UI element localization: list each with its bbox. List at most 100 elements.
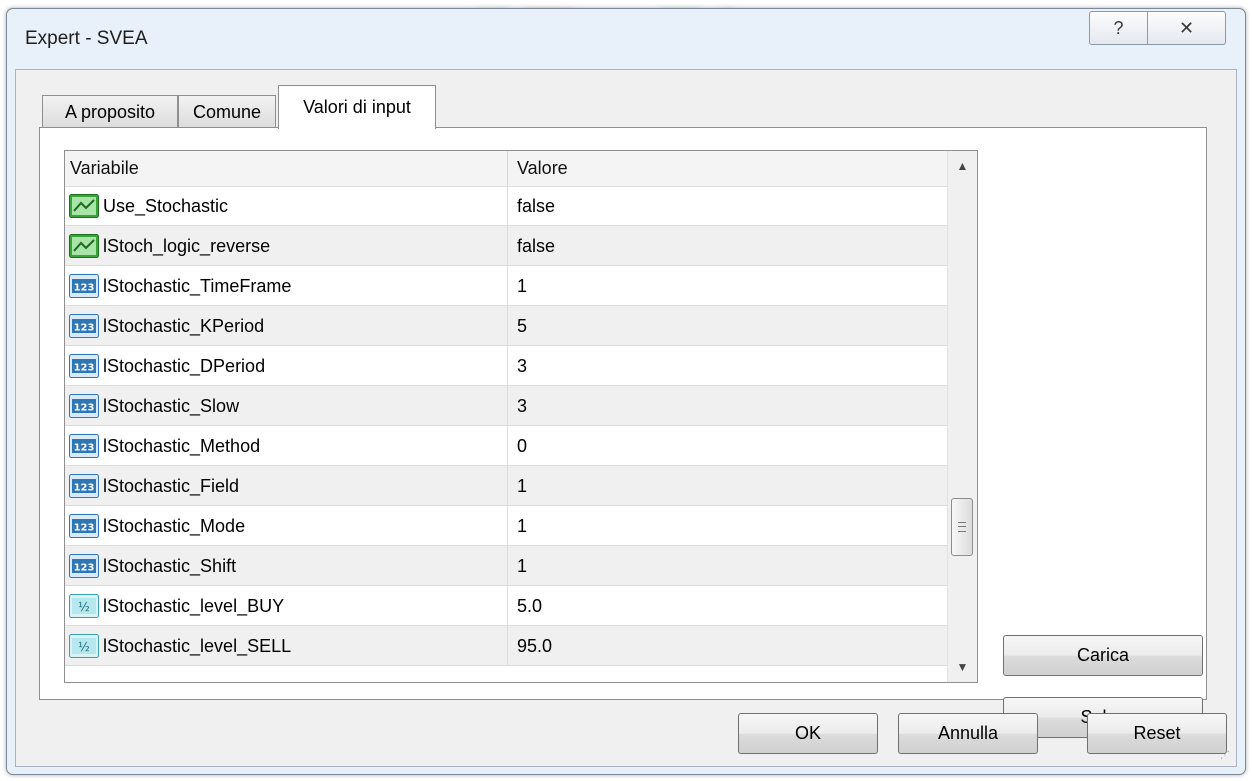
scrollbar-thumb[interactable] (951, 498, 973, 556)
scroll-down-button[interactable]: ▼ (948, 652, 977, 682)
svg-text:123: 123 (74, 403, 95, 414)
cell-divider (507, 386, 508, 426)
variable-value[interactable]: 1 (517, 546, 527, 586)
svg-text:½: ½ (78, 600, 90, 614)
tab-about[interactable]: A proposito (42, 95, 178, 128)
tab-label: Comune (192, 101, 262, 122)
column-header-variable[interactable]: Variabile (70, 151, 139, 186)
svg-text:123: 123 (74, 323, 95, 334)
reset-button[interactable]: Reset (1087, 713, 1227, 754)
integer-icon: 123 (69, 394, 99, 418)
variable-value[interactable]: 5 (517, 306, 527, 346)
close-icon: ✕ (1178, 17, 1195, 38)
arrow-up-icon: ▲ (956, 159, 969, 173)
svg-text:123: 123 (74, 523, 95, 534)
double-icon: ½ (69, 634, 99, 658)
variable-value[interactable]: false (517, 186, 555, 226)
variable-value[interactable]: 3 (517, 386, 527, 426)
column-divider[interactable] (507, 151, 508, 186)
cell-divider (507, 506, 508, 546)
table-header: Variabile Valore (65, 151, 947, 187)
svg-text:123: 123 (74, 283, 95, 294)
ok-button[interactable]: OK (738, 713, 878, 754)
integer-icon: 123 (69, 474, 99, 498)
table-row[interactable]: 123 lStochastic_Shift 1 (65, 546, 947, 586)
tab-label: A proposito (64, 101, 156, 122)
cell-divider (507, 346, 508, 386)
cancel-button[interactable]: Annulla (898, 713, 1038, 754)
table-row[interactable]: 123 lStochastic_DPeriod 3 (65, 346, 947, 386)
vertical-scrollbar[interactable]: ▲ ▼ (947, 151, 977, 682)
tab-input-values[interactable]: Valori di input (278, 85, 436, 129)
scroll-up-button[interactable]: ▲ (948, 151, 977, 181)
table-row[interactable]: 123 lStochastic_Field 1 (65, 466, 947, 506)
boolean-icon (69, 194, 99, 218)
cell-divider (507, 426, 508, 466)
cell-divider (507, 546, 508, 586)
help-button[interactable]: ? (1089, 11, 1148, 45)
variable-name: lStochastic_Mode (103, 516, 246, 536)
variable-value[interactable]: false (517, 226, 555, 266)
arrow-down-icon: ▼ (956, 660, 969, 674)
grip-icon (958, 522, 966, 532)
title-bar[interactable]: Expert - SVEA ? ✕ (7, 9, 1245, 69)
svg-text:½: ½ (78, 640, 90, 654)
cell-divider (507, 466, 508, 506)
table-row[interactable]: lStoch_logic_reverse false (65, 226, 947, 266)
variable-name: lStochastic_level_BUY (103, 596, 285, 616)
variable-name: lStochastic_level_SELL (103, 636, 292, 656)
table-row[interactable]: ½ lStochastic_level_SELL 95.0 (65, 626, 947, 666)
integer-icon: 123 (69, 274, 99, 298)
cell-divider (507, 306, 508, 346)
cell-divider (507, 586, 508, 626)
svg-text:123: 123 (74, 483, 95, 494)
variable-value[interactable]: 3 (517, 346, 527, 386)
table-row[interactable]: 123 lStochastic_TimeFrame 1 (65, 266, 947, 306)
tab-common[interactable]: Comune (178, 95, 276, 128)
load-button[interactable]: Carica (1003, 635, 1203, 676)
variable-value[interactable]: 5.0 (517, 586, 542, 626)
cell-divider (507, 186, 508, 226)
boolean-icon (69, 234, 99, 258)
integer-icon: 123 (69, 514, 99, 538)
resize-grip-icon[interactable]: ⋰ (1220, 750, 1232, 762)
close-button[interactable]: ✕ (1147, 11, 1226, 45)
cell-divider (507, 226, 508, 266)
table-row[interactable]: 123 lStochastic_Mode 1 (65, 506, 947, 546)
table-row[interactable]: 123 lStochastic_Method 0 (65, 426, 947, 466)
cell-divider (507, 266, 508, 306)
variable-value[interactable]: 1 (517, 266, 527, 306)
variable-value[interactable]: 0 (517, 426, 527, 466)
variable-value[interactable]: 1 (517, 506, 527, 546)
variable-name: lStochastic_Method (103, 436, 261, 456)
input-values-panel: Variabile Valore Use_Stochastic false lSto… (39, 127, 1207, 738)
column-header-value[interactable]: Valore (517, 151, 568, 186)
table-body: Use_Stochastic false lStoch_logic_reverse f… (65, 186, 947, 666)
variable-value[interactable]: 1 (517, 466, 527, 506)
expert-properties-dialog: Expert - SVEA ? ✕ A proposito Comune Val… (6, 8, 1246, 775)
integer-icon: 123 (69, 354, 99, 378)
variable-name: lStochastic_Shift (103, 556, 237, 576)
variable-name: lStochastic_Field (103, 476, 240, 496)
table-row[interactable]: ½ lStochastic_level_BUY 5.0 (65, 586, 947, 626)
svg-text:123: 123 (74, 363, 95, 374)
double-icon: ½ (69, 594, 99, 618)
variable-value[interactable]: 95.0 (517, 626, 552, 666)
cell-divider (507, 626, 508, 666)
integer-icon: 123 (69, 554, 99, 578)
variable-name: lStochastic_TimeFrame (103, 276, 292, 296)
variable-name: lStoch_logic_reverse (103, 236, 271, 256)
dialog-title: Expert - SVEA (25, 28, 148, 49)
integer-icon: 123 (69, 314, 99, 338)
table-row[interactable]: 123 lStochastic_Slow 3 (65, 386, 947, 426)
tab-label: Valori di input (303, 97, 411, 117)
variable-name: Use_Stochastic (103, 196, 229, 216)
variable-name: lStochastic_DPeriod (103, 356, 266, 376)
help-icon: ? (1113, 17, 1124, 38)
integer-icon: 123 (69, 434, 99, 458)
inputs-table: Variabile Valore Use_Stochastic false lSto… (64, 150, 978, 683)
variable-name: lStochastic_Slow (103, 396, 240, 416)
table-row[interactable]: 123 lStochastic_KPeriod 5 (65, 306, 947, 346)
table-row[interactable]: Use_Stochastic false (65, 186, 947, 226)
variable-name: lStochastic_KPeriod (103, 316, 265, 336)
